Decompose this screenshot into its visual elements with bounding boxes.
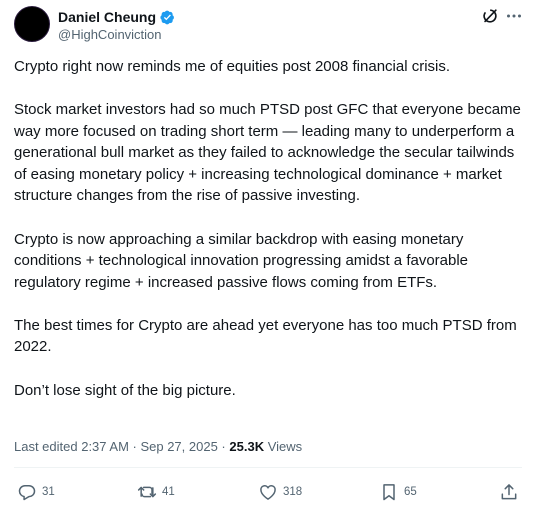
tweet-card: Daniel Cheung @HighCoinviction Crypto ri… (0, 0, 536, 511)
share-icon (501, 484, 517, 500)
author-name-row: Daniel Cheung (58, 8, 175, 26)
repost-icon (137, 486, 157, 498)
tweet-paragraph: Don’t lose sight of the big picture. (14, 381, 236, 399)
grok-icon[interactable] (481, 7, 499, 25)
bookmark-icon (383, 484, 395, 501)
repost-count: 41 (162, 486, 175, 498)
reply-count: 31 (42, 486, 55, 498)
tweet-paragraph: The best times for Crypto are ahead yet … (14, 316, 517, 356)
reply-button[interactable]: 31 (17, 480, 55, 504)
bookmark-button[interactable]: 65 (379, 480, 417, 504)
tweet-paragraph: Crypto is now approaching a similar back… (14, 230, 469, 291)
verified-badge-icon (160, 10, 175, 25)
heart-icon (260, 485, 276, 500)
author-handle[interactable]: @HighCoinviction (58, 27, 162, 42)
edited-timestamp[interactable]: Last edited 2:37 AM · Sep 27, 2025 · (14, 439, 226, 454)
tweet-paragraph: Crypto right now reminds me of equities … (14, 58, 451, 75)
action-bar: 31 41 318 65 (0, 480, 536, 504)
like-button[interactable]: 318 (258, 480, 302, 504)
bookmark-count: 65 (404, 486, 417, 498)
avatar[interactable] (14, 6, 50, 42)
reply-icon (18, 485, 36, 501)
more-icon[interactable] (505, 7, 523, 25)
like-count: 318 (283, 486, 303, 498)
views-count: 25.3K (229, 439, 265, 454)
divider (14, 467, 522, 468)
tweet-meta: Last edited 2:37 AM · Sep 27, 2025 · 25.… (14, 439, 302, 454)
views-label: Views (267, 439, 303, 454)
author-display-name[interactable]: Daniel Cheung (58, 9, 156, 25)
repost-button[interactable]: 41 (137, 480, 175, 504)
tweet-paragraph: Stock market investors had so much PTSD … (14, 101, 521, 205)
share-button[interactable] (499, 480, 519, 504)
tweet-text: Crypto right now reminds me of equities … (14, 56, 522, 423)
